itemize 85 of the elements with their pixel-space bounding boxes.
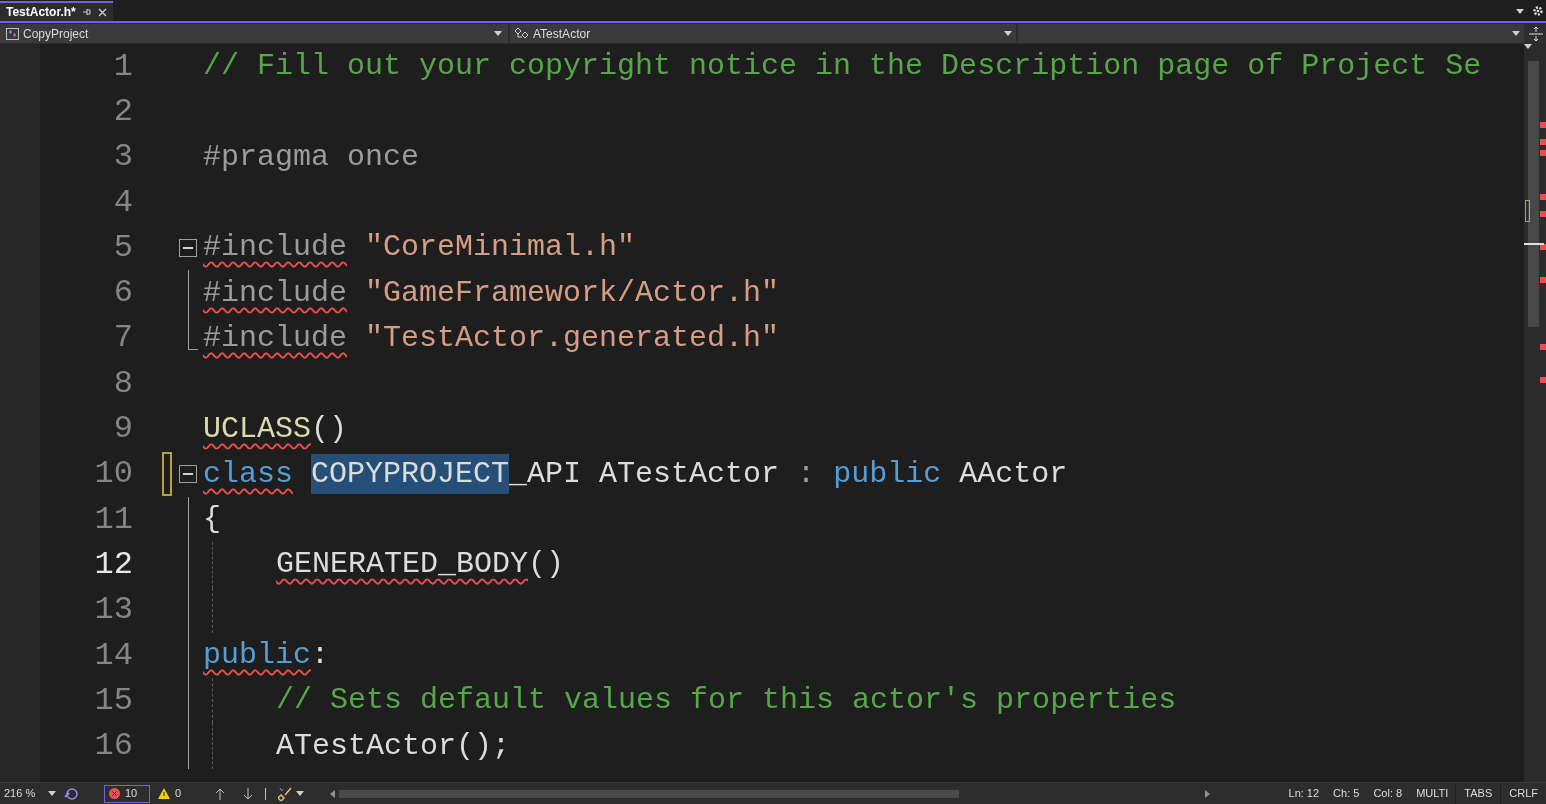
code-token: class	[203, 455, 293, 493]
code-token: // Fill out your copyright notice in the Description page of Project Se	[203, 48, 1482, 86]
error-count[interactable]: 10	[104, 784, 150, 803]
line-number: 10	[93, 454, 133, 495]
caret-icon	[494, 31, 502, 36]
scroll-left-icon[interactable]	[330, 789, 336, 798]
error-icon	[109, 788, 120, 799]
vertical-scrollbar[interactable]	[1524, 44, 1546, 782]
brush-icon[interactable]	[278, 786, 293, 801]
line-number: 16	[93, 726, 133, 767]
line-number: 1	[112, 46, 133, 87]
line-number: 4	[112, 182, 133, 223]
arrow-down-icon[interactable]	[243, 787, 254, 800]
code-token: public	[203, 637, 312, 674]
indent-mode[interactable]: TABS	[1455, 783, 1501, 804]
error-marker	[1540, 211, 1546, 217]
caret-icon	[1004, 31, 1012, 36]
code-token: "TestActor.generated.h"	[365, 319, 780, 357]
line-position[interactable]: Ln: 12	[1281, 785, 1327, 802]
line-ending[interactable]: CRLF	[1500, 783, 1546, 804]
code-token: "GameFramework/Actor.h"	[365, 274, 780, 312]
line-number: 5	[112, 227, 133, 268]
class-icon	[514, 27, 530, 40]
code-token: #include	[203, 274, 348, 312]
selection-mode[interactable]: MULTI	[1409, 785, 1456, 802]
collapse-toggle-icon[interactable]	[179, 238, 197, 257]
warning-icon	[158, 788, 170, 799]
char-position[interactable]: Ch: 5	[1326, 785, 1367, 802]
code-token: public	[833, 455, 942, 493]
project-dropdown[interactable]: CopyProject	[0, 24, 508, 43]
settings-icon[interactable]	[1532, 5, 1544, 17]
close-icon[interactable]	[97, 7, 107, 17]
code-token: :	[797, 455, 816, 493]
scope-dropdown[interactable]: ATestActor	[510, 24, 1016, 43]
scroll-right-icon[interactable]	[1205, 789, 1211, 798]
line-number: 9	[112, 409, 133, 450]
line-number: 8	[112, 363, 133, 404]
line-number: 3	[112, 137, 133, 178]
code-token: AActor	[959, 455, 1068, 493]
line-number: 12	[93, 544, 133, 585]
caret-icon	[1512, 31, 1520, 36]
code-token: COPYPROJECT	[311, 454, 510, 495]
scroll-thumb[interactable]	[1528, 61, 1539, 327]
document-tab[interactable]: TestActor.h*	[0, 1, 113, 21]
tab-list-caret-icon	[1516, 8, 1524, 14]
code-token: ()	[311, 410, 348, 448]
error-marker	[1540, 150, 1546, 156]
line-number: 13	[93, 590, 133, 631]
caret-position-marker	[1524, 243, 1544, 245]
code-token: ATestActor();	[276, 727, 511, 765]
code-token: ()	[528, 546, 565, 584]
code-token: {	[203, 501, 221, 539]
collapse-toggle-icon[interactable]	[179, 465, 197, 484]
line-number: 7	[112, 318, 133, 359]
warning-count[interactable]: 0	[154, 785, 186, 802]
code-token: // Sets default values for this actor's properties	[276, 682, 1177, 720]
code-token: :	[311, 637, 330, 674]
scroll-thumb[interactable]	[339, 789, 960, 798]
error-marker	[1540, 277, 1546, 283]
caret-icon	[48, 791, 56, 796]
error-marker	[1540, 377, 1546, 383]
error-marker	[1540, 122, 1546, 128]
code-token: "CoreMinimal.h"	[365, 229, 636, 267]
line-number: 2	[112, 91, 133, 132]
arrow-up-icon[interactable]	[215, 787, 226, 800]
split-window-icon[interactable]	[1529, 26, 1543, 41]
error-marker	[1540, 139, 1546, 145]
line-number: 11	[93, 499, 133, 540]
pin-icon[interactable]	[81, 7, 92, 17]
error-marker	[1540, 194, 1546, 200]
line-number: 15	[93, 680, 133, 721]
column-position[interactable]: Col: 8	[1366, 785, 1410, 802]
error-marker	[1540, 344, 1546, 350]
caret-icon	[296, 791, 305, 796]
code-token: GENERATED_BODY	[276, 546, 529, 584]
code-token: _API ATestActor	[509, 455, 780, 493]
code-token: UCLASS	[203, 410, 312, 448]
line-number: 6	[112, 273, 133, 314]
code-token: #pragma once	[203, 138, 420, 176]
code-token: #include	[203, 319, 348, 357]
zoom-dropdown[interactable]: 216 %	[0, 785, 60, 802]
code-token: #include	[203, 229, 348, 267]
line-number: 14	[93, 635, 133, 676]
change-marker	[1525, 200, 1530, 222]
project-icon	[6, 27, 19, 40]
